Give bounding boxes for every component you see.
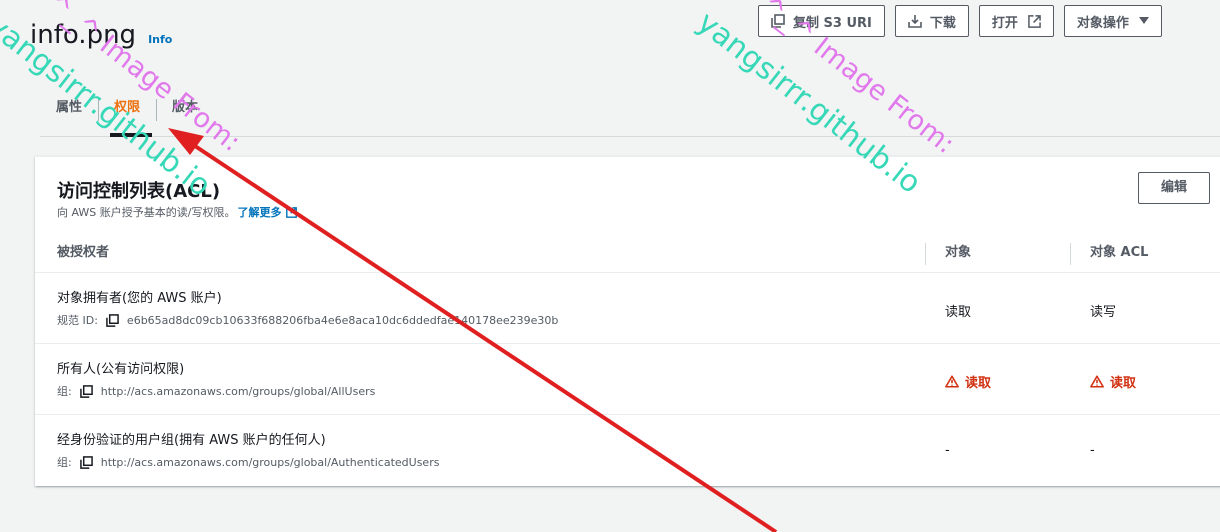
object-permission: 读取 <box>945 305 972 320</box>
column-divider[interactable] <box>925 243 926 265</box>
tab-bar: 属性 权限 版本 <box>40 99 1220 137</box>
table-row: 所有人(公有访问权限) 组: http://acs.amazonaws.com/… <box>35 344 1220 415</box>
open-button[interactable]: 打开 <box>978 5 1054 37</box>
object-acl-permission-text: 读取 <box>1110 376 1137 391</box>
external-link-icon <box>1028 14 1041 28</box>
meta-label: 规范 ID: <box>57 314 98 327</box>
download-button[interactable]: 下载 <box>894 5 969 37</box>
canonical-id: e6b65ad8dc09cb10633f688206fba4e6e8aca10d… <box>126 313 559 327</box>
copy-icon[interactable] <box>79 384 93 398</box>
column-header-grantee[interactable]: 被授权者 <box>57 233 109 273</box>
edit-button[interactable]: 编辑 <box>1138 172 1210 204</box>
grantee-name: 经身份验证的用户组(拥有 AWS 账户的任何人) <box>57 433 326 448</box>
caret-down-icon <box>1138 17 1149 24</box>
acl-description-text: 向 AWS 账户授予基本的读/写权限。 <box>57 206 236 219</box>
column-header-object[interactable]: 对象 <box>945 233 971 273</box>
object-actions-button[interactable]: 对象操作 <box>1063 5 1162 37</box>
column-header-object-acl[interactable]: 对象 ACL <box>1090 233 1148 273</box>
warning-icon <box>1090 375 1104 388</box>
group-uri: http://acs.amazonaws.com/groups/global/A… <box>100 455 440 469</box>
acl-panel: 访问控制列表(ACL) 向 AWS 账户授予基本的读/写权限。 了解更多 编辑 … <box>35 156 1220 486</box>
info-link[interactable]: Info <box>148 33 172 46</box>
acl-panel-title: 访问控制列表(ACL) <box>57 181 221 202</box>
copy-icon[interactable] <box>79 455 93 469</box>
warning-icon <box>945 375 959 388</box>
object-actions-label: 对象操作 <box>1076 15 1129 31</box>
object-acl-permission: - <box>1090 443 1095 458</box>
acl-panel-description: 向 AWS 账户授予基本的读/写权限。 了解更多 <box>57 204 298 220</box>
copy-s3-uri-button[interactable]: 复制 S3 URI <box>758 5 885 37</box>
tab-properties[interactable]: 属性 <box>40 99 98 136</box>
table-row: 对象拥有者(您的 AWS 账户) 规范 ID: e6b65ad8dc09cb10… <box>35 273 1220 344</box>
learn-more-link[interactable]: 了解更多 <box>237 204 298 220</box>
download-icon <box>908 15 922 28</box>
tab-permissions[interactable]: 权限 <box>98 99 156 137</box>
external-link-icon <box>286 206 298 218</box>
grantee-name: 对象拥有者(您的 AWS 账户) <box>57 291 222 306</box>
learn-more-label: 了解更多 <box>237 206 282 219</box>
acl-panel-header: 访问控制列表(ACL) 向 AWS 账户授予基本的读/写权限。 了解更多 编辑 <box>35 157 1220 233</box>
meta-label: 组: <box>57 385 72 398</box>
object-acl-permission: 读写 <box>1090 305 1117 320</box>
action-toolbar: 复制 S3 URI 下载 打开 对象操作 <box>758 5 1172 37</box>
grantee-meta: 规范 ID: e6b65ad8dc09cb10633f688206fba4e6e… <box>57 312 558 328</box>
meta-label: 组: <box>57 456 72 469</box>
object-acl-permission: 读取 <box>1090 372 1136 391</box>
object-permission-text: 读取 <box>965 376 992 391</box>
copy-icon <box>771 14 785 28</box>
grantee-name: 所有人(公有访问权限) <box>57 362 185 377</box>
table-row: 经身份验证的用户组(拥有 AWS 账户的任何人) 组: http://acs.a… <box>35 415 1220 486</box>
tab-versions[interactable]: 版本 <box>156 99 214 136</box>
grantee-meta: 组: http://acs.amazonaws.com/groups/globa… <box>57 383 375 399</box>
acl-table-body: 对象拥有者(您的 AWS 账户) 规范 ID: e6b65ad8dc09cb10… <box>35 273 1220 486</box>
object-permission: 读取 <box>945 372 991 391</box>
object-permission: - <box>945 443 950 458</box>
grantee-meta: 组: http://acs.amazonaws.com/groups/globa… <box>57 454 439 470</box>
download-label: 下载 <box>929 15 956 31</box>
page-title: info.png <box>30 20 137 50</box>
copy-s3-uri-label: 复制 S3 URI <box>793 15 872 31</box>
acl-table-header: 被授权者 对象 对象 ACL <box>35 233 1220 273</box>
group-uri: http://acs.amazonaws.com/groups/global/A… <box>100 384 376 398</box>
copy-icon[interactable] <box>106 313 119 327</box>
title-wrap: info.png Info <box>30 20 172 50</box>
open-label: 打开 <box>991 15 1018 31</box>
column-divider[interactable] <box>1070 243 1071 265</box>
